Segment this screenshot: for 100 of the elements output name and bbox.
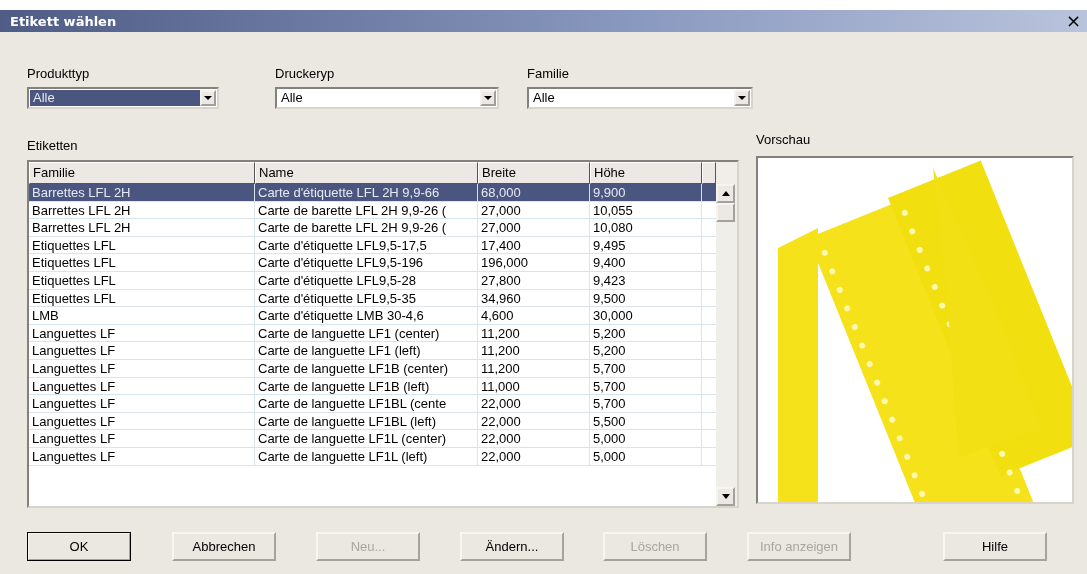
table-cell: 9,900: [590, 184, 702, 201]
table-row[interactable]: LMB Carte d'étiquette LMB 30-4,6 4,600 30,000: [29, 307, 716, 325]
table-cell: Barrettes LFL 2H: [29, 184, 255, 201]
table-cell: 22,000: [478, 430, 590, 447]
table-row[interactable]: Etiquettes LFL Carte d'étiquette LFL9,5-196 196,000 9,400: [29, 254, 716, 272]
close-button[interactable]: ×: [1065, 12, 1081, 30]
table-cell: Carte de barette LFL 2H 9,9-26 (: [255, 201, 478, 219]
table-cell: 5,200: [590, 342, 702, 359]
column-header[interactable]: Name: [255, 162, 478, 184]
table-cell: Carte de languette LF1 (left): [255, 342, 478, 359]
table-cell: 17,400: [478, 236, 590, 254]
table-cell: 11,000: [478, 377, 590, 395]
table-row[interactable]: Languettes LF Carte de languette LF1BL (left) 22,000 5,500: [29, 412, 716, 431]
table-cell: Carte de languette LF1BL (cente: [255, 395, 478, 412]
scroll-thumb[interactable]: [716, 203, 735, 222]
table-cell: Carte de languette LF1B (left): [255, 377, 478, 395]
table-row[interactable]: Languettes LF Carte de languette LF1L (left) 22,000 5,000: [29, 447, 716, 466]
dropdown-field[interactable]: Alle: [27, 87, 219, 109]
field-label: Familie: [527, 66, 570, 81]
table-row[interactable]: Languettes LF Carte de languette LF1 (center) 11,200 5,200: [29, 324, 716, 343]
table-cell: 11,200: [478, 359, 590, 377]
table-cell: 34,960: [478, 289, 590, 307]
table-cell: 10,080: [590, 219, 702, 236]
table-row[interactable]: Etiquettes LFL Carte d'étiquette LFL9,5-35 34,960 9,500: [29, 289, 716, 308]
table-row[interactable]: Languettes LF Carte de languette LF1B (center) 11,200 5,700: [29, 359, 716, 378]
table-cell: Carte de languette LF1B (center): [255, 359, 478, 377]
table-cell: Carte d'étiquette LMB 30-4,6: [255, 307, 478, 324]
table-cell: Languettes LF: [29, 324, 255, 342]
table-cell: 5,000: [590, 447, 702, 465]
table-cell: 9,500: [590, 289, 702, 307]
table-cell: 68,000: [478, 184, 590, 201]
table-row[interactable]: Etiquettes LFL Carte d'étiquette LFL9,5-28 27,800 9,423: [29, 271, 716, 290]
column-header[interactable]: Breite: [478, 162, 590, 184]
dialog-button[interactable]: Hilfe: [943, 532, 1047, 561]
table-cell: 5,700: [590, 377, 702, 395]
table-cell: 11,200: [478, 324, 590, 342]
table-cell: Carte d'étiquette LFL9,5-28: [255, 271, 478, 289]
table-cell: Etiquettes LFL: [29, 289, 255, 307]
field-label: Druckeryp: [275, 66, 336, 81]
table-cell: LMB: [29, 307, 255, 324]
table-cell: Carte d'étiquette LFL9,5-196: [255, 254, 478, 271]
section-label: Vorschau: [756, 132, 812, 147]
table-cell: Carte de barette LFL 2H 9,9-26 (: [255, 219, 478, 236]
table-cell: 22,000: [478, 412, 590, 430]
scroll-down-icon[interactable]: [716, 487, 735, 506]
table-row[interactable]: Languettes LF Carte de languette LF1B (left) 11,000 5,700: [29, 377, 716, 396]
dialog-button[interactable]: Ändern...: [460, 532, 564, 561]
table-cell: 5,500: [590, 412, 702, 430]
table-row[interactable]: Barrettes LFL 2H Carte d'étiquette LFL 2H 9,9-66 68,000 9,900: [29, 184, 716, 202]
table-cell: 9,495: [590, 236, 702, 254]
field-label: Produkttyp: [27, 66, 91, 81]
table-cell: Languettes LF: [29, 412, 255, 430]
table-cell: Languettes LF: [29, 342, 255, 359]
table-cell: 5,700: [590, 359, 702, 377]
table-cell: 27,000: [478, 201, 590, 219]
table-cell: 5,700: [590, 395, 702, 412]
window-title: Etikett wählen: [10, 13, 117, 29]
table-cell: Carte de languette LF1BL (left): [255, 412, 478, 430]
table-cell: Languettes LF: [29, 447, 255, 465]
table-cell: 22,000: [478, 447, 590, 465]
dialog-button[interactable]: Abbrechen: [172, 532, 276, 561]
table-cell: 22,000: [478, 395, 590, 412]
table-cell: Languettes LF: [29, 430, 255, 447]
table-cell: Carte d'étiquette LFL9,5-35: [255, 289, 478, 307]
table-cell: 5,200: [590, 324, 702, 342]
dropdown-field[interactable]: Alle: [527, 87, 753, 109]
dialog-button[interactable]: OK: [27, 532, 131, 561]
table-cell: 27,000: [478, 219, 590, 236]
scrollbar[interactable]: [716, 162, 737, 506]
table-cell: Carte de languette LF1L (left): [255, 447, 478, 465]
table-row[interactable]: Barrettes LFL 2H Carte de barette LFL 2H 9,9-26 ( 27,000 10,055: [29, 201, 716, 220]
table-row[interactable]: Barrettes LFL 2H Carte de barette LFL 2H 9,9-26 ( 27,000 10,080: [29, 219, 716, 237]
table-cell: Etiquettes LFL: [29, 254, 255, 271]
table-cell: 9,400: [590, 254, 702, 271]
table-row[interactable]: Etiquettes LFL Carte d'étiquette LFL9,5-17,5 17,400 9,495: [29, 236, 716, 255]
table-cell: 9,423: [590, 271, 702, 289]
dropdown-field[interactable]: Alle: [275, 87, 499, 109]
table-cell: Languettes LF: [29, 359, 255, 377]
table-row[interactable]: Languettes LF Carte de languette LF1 (left) 11,200 5,200: [29, 342, 716, 360]
table-cell: Languettes LF: [29, 377, 255, 395]
table-cell: Carte d'étiquette LFL 2H 9,9-66: [255, 184, 478, 201]
table-cell: 30,000: [590, 307, 702, 324]
table-row[interactable]: Languettes LF Carte de languette LF1BL (cente 22,000 5,700: [29, 395, 716, 413]
table-cell: 27,800: [478, 271, 590, 289]
table-cell: Carte de languette LF1 (center): [255, 324, 478, 342]
table-cell: 196,000: [478, 254, 590, 271]
table-cell: 10,055: [590, 201, 702, 219]
table-cell: Carte d'étiquette LFL9,5-17,5: [255, 236, 478, 254]
table-cell: 11,200: [478, 342, 590, 359]
table-cell: Carte de languette LF1L (center): [255, 430, 478, 447]
table-row[interactable]: Languettes LF Carte de languette LF1L (center) 22,000 5,000: [29, 430, 716, 448]
column-header[interactable]: Familie: [29, 162, 255, 184]
table-cell: Languettes LF: [29, 395, 255, 412]
section-label: Etiketten: [27, 138, 79, 153]
scroll-up-icon[interactable]: [716, 184, 735, 203]
table-cell: 5,000: [590, 430, 702, 447]
table-cell: Barrettes LFL 2H: [29, 219, 255, 236]
table-cell: Etiquettes LFL: [29, 271, 255, 289]
table-cell: Etiquettes LFL: [29, 236, 255, 254]
column-header[interactable]: Höhe: [590, 162, 702, 184]
